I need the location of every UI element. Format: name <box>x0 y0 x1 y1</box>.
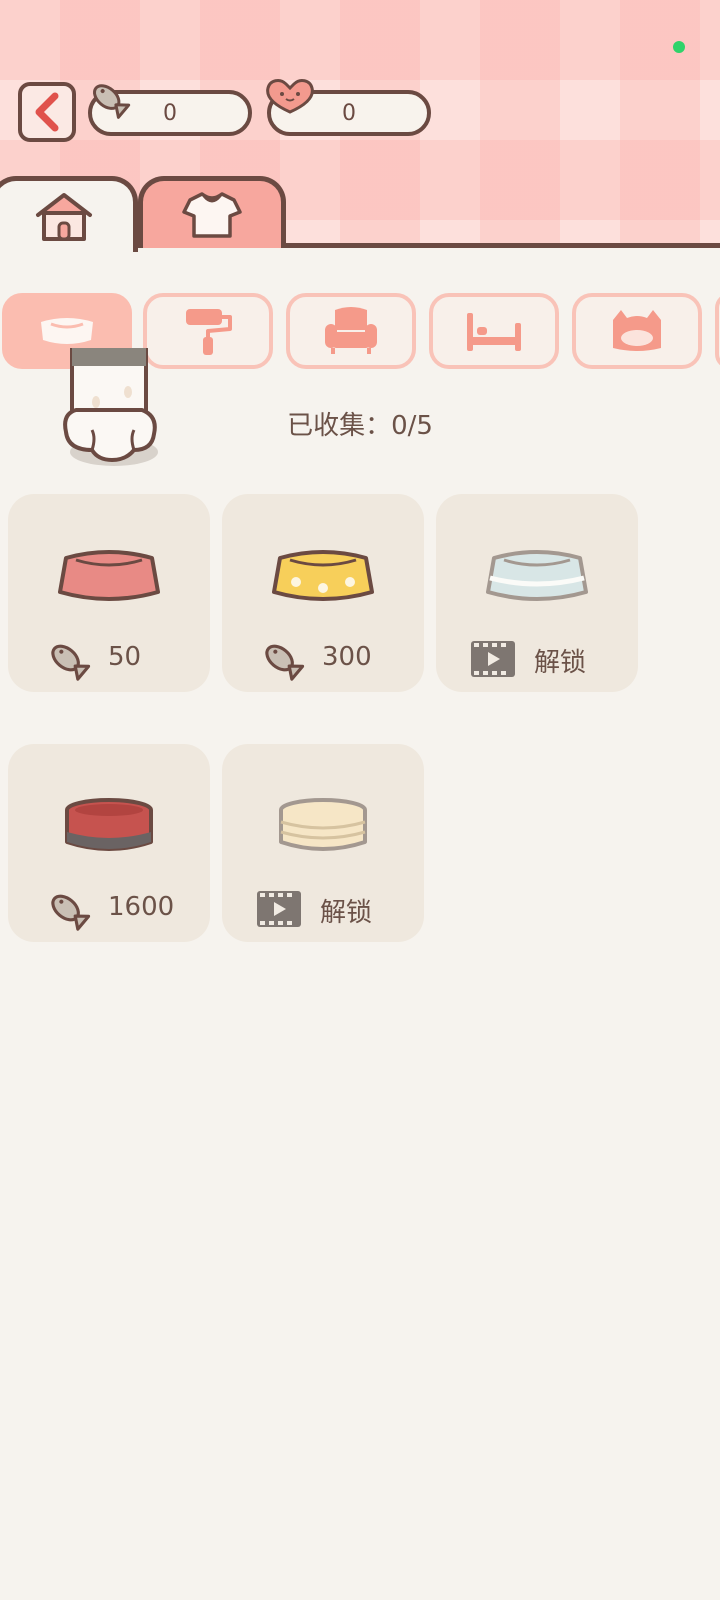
paw-cursor-icon <box>63 348 158 466</box>
item-price: 300 <box>322 642 372 672</box>
cat-bed-icon <box>613 310 661 351</box>
food-bowl-icon <box>41 318 93 344</box>
blue-bowl-icon <box>486 550 588 601</box>
red-bowl-icon <box>65 798 153 851</box>
fish-icon <box>51 894 91 931</box>
shirt-icon <box>182 191 242 238</box>
category-furniture[interactable] <box>286 293 416 369</box>
pink-bowl-icon <box>58 550 160 601</box>
item-card-1[interactable]: 50 <box>8 494 210 692</box>
tab-home[interactable] <box>0 176 138 252</box>
wooden-bowl-icon <box>279 798 367 851</box>
paint-roller-icon <box>186 309 232 355</box>
item-price: 1600 <box>108 892 175 922</box>
fish-count: 0 <box>163 100 177 126</box>
armchair-icon <box>325 307 377 354</box>
fish-icon <box>51 644 91 681</box>
chevron-left-icon <box>35 92 59 132</box>
fish-icon <box>93 84 131 119</box>
yellow-polka-bowl-icon <box>272 550 374 601</box>
tab-clothes[interactable] <box>138 176 286 248</box>
heart-icon <box>266 79 314 114</box>
bed-icon <box>467 313 521 351</box>
category-more[interactable] <box>715 293 720 369</box>
category-cat-bed[interactable] <box>572 293 702 369</box>
video-ad-icon <box>471 641 515 677</box>
heart-count: 0 <box>342 100 356 126</box>
fish-icon <box>265 644 305 681</box>
item-card-5[interactable]: 解锁 <box>222 744 424 942</box>
category-bed[interactable] <box>429 293 559 369</box>
video-ad-icon <box>257 891 301 927</box>
item-price: 50 <box>108 642 142 672</box>
unlock-label: 解锁 <box>534 648 587 678</box>
item-card-2[interactable]: 300 <box>222 494 424 692</box>
item-card-3[interactable]: 解锁 <box>436 494 638 692</box>
unlock-label: 解锁 <box>320 898 373 928</box>
house-icon <box>36 192 92 241</box>
status-indicator <box>673 41 685 53</box>
item-card-4[interactable]: 1600 <box>8 744 210 942</box>
back-button[interactable] <box>18 82 76 142</box>
